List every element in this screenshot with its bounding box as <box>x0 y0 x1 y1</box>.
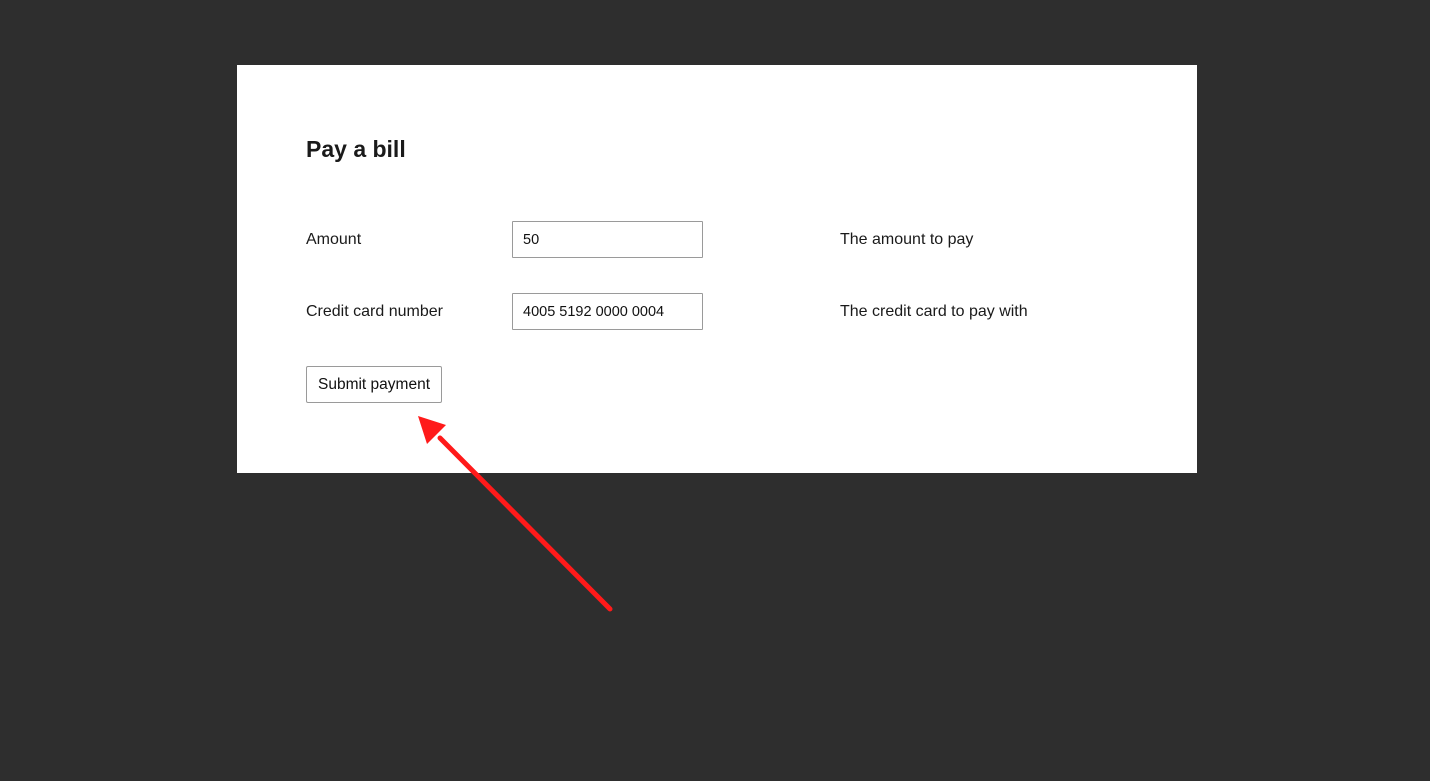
credit-card-input[interactable] <box>512 293 703 330</box>
credit-card-hint: The credit card to pay with <box>840 303 1028 320</box>
payment-form-card: Pay a bill Amount The amount to pay Cred… <box>237 65 1197 473</box>
amount-label: Amount <box>306 231 362 248</box>
page-title: Pay a bill <box>306 136 406 162</box>
credit-card-label: Credit card number <box>306 303 443 320</box>
submit-payment-button[interactable]: Submit payment <box>306 366 442 403</box>
amount-input[interactable] <box>512 221 703 258</box>
amount-hint: The amount to pay <box>840 231 974 248</box>
